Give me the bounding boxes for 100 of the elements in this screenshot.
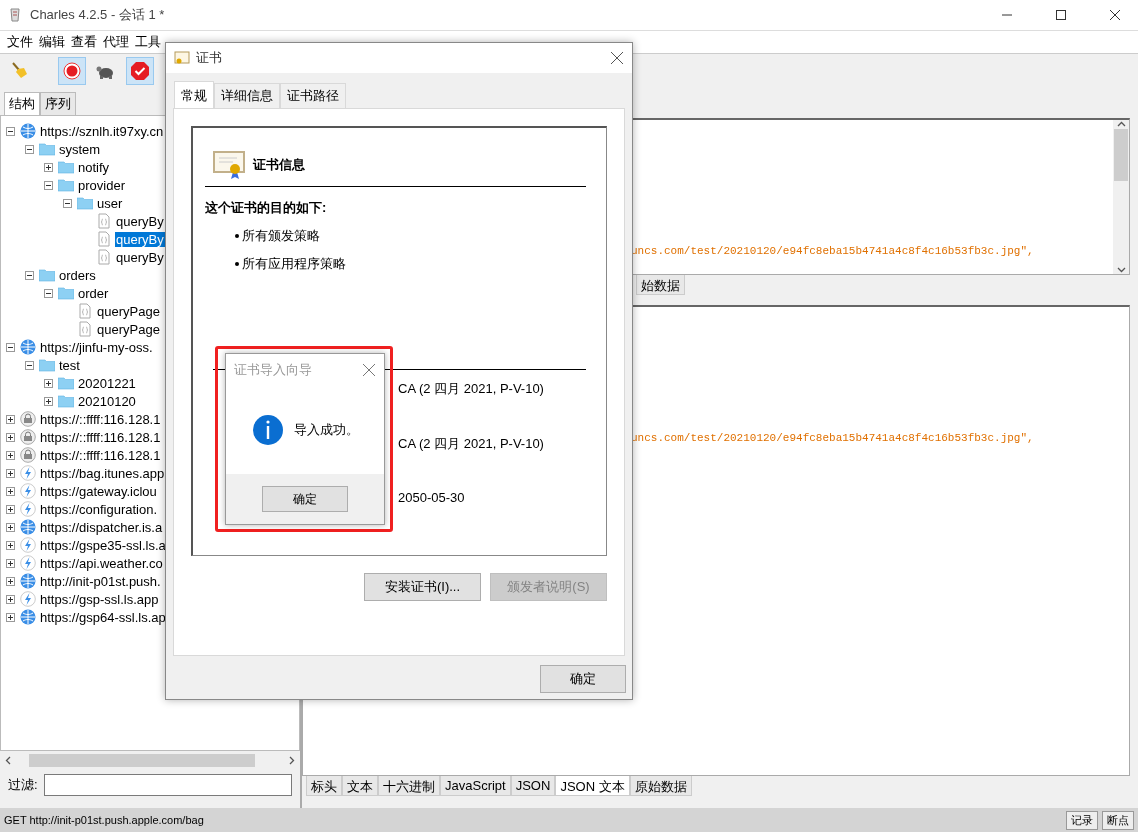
globe-icon bbox=[20, 573, 36, 589]
tree-item[interactable]: https://gspe35-ssl.ls.a bbox=[39, 537, 167, 553]
certificate-icon bbox=[174, 50, 190, 66]
collapse-toggle[interactable] bbox=[6, 126, 15, 136]
expand-toggle[interactable] bbox=[6, 486, 15, 496]
expand-toggle[interactable] bbox=[6, 450, 15, 460]
tab[interactable]: 十六进制 bbox=[378, 776, 440, 796]
maximize-icon bbox=[1056, 10, 1066, 20]
tree-item[interactable]: queryBy bbox=[115, 249, 165, 265]
tree-item[interactable]: https://api.weather.co bbox=[39, 555, 164, 571]
file-icon bbox=[96, 249, 112, 265]
collapse-toggle[interactable] bbox=[25, 360, 34, 370]
tree-item[interactable]: notify bbox=[77, 159, 111, 175]
tree-item[interactable]: queryPage bbox=[96, 303, 161, 319]
tree-item[interactable]: 20201221 bbox=[77, 375, 137, 391]
tab[interactable]: 标头 bbox=[306, 776, 342, 796]
ok-button[interactable]: 确定 bbox=[262, 486, 348, 512]
collapse-toggle[interactable] bbox=[63, 198, 72, 208]
tree-item[interactable]: http://init-p01st.push. bbox=[39, 573, 162, 589]
tree-item[interactable]: https://sznlh.it97xy.cn bbox=[39, 123, 165, 139]
collapse-toggle[interactable] bbox=[6, 342, 15, 352]
toolbar-button[interactable] bbox=[58, 57, 86, 85]
file-icon bbox=[96, 213, 112, 229]
tab[interactable]: JSON 文本 bbox=[555, 776, 630, 796]
tree-item[interactable]: queryBy bbox=[115, 213, 165, 229]
tree-item[interactable]: https://::ffff:116.128.1 bbox=[39, 429, 162, 445]
tree-item[interactable]: user bbox=[96, 195, 124, 211]
status-button[interactable]: 断点 bbox=[1102, 810, 1134, 830]
tree-item[interactable]: https://jinfu-my-oss. bbox=[39, 339, 154, 355]
lightning-icon bbox=[20, 537, 36, 553]
menu-item[interactable]: 查看 bbox=[68, 33, 100, 51]
lock-icon bbox=[20, 429, 36, 445]
tree-item[interactable]: https://gateway.iclou bbox=[39, 483, 158, 499]
tree-item[interactable]: https://::ffff:116.128.1 bbox=[39, 411, 162, 427]
file-icon bbox=[96, 231, 112, 247]
expand-toggle[interactable] bbox=[6, 468, 15, 478]
tree-item[interactable]: https://bag.itunes.app bbox=[39, 465, 166, 481]
scroll-thumb[interactable] bbox=[1114, 129, 1128, 181]
tab[interactable]: 证书路径 bbox=[280, 83, 346, 108]
tree-item[interactable]: https://dispatcher.is.a bbox=[39, 519, 164, 535]
expand-toggle[interactable] bbox=[6, 432, 15, 442]
tree-item[interactable]: system bbox=[58, 141, 102, 157]
expand-toggle[interactable] bbox=[6, 522, 15, 532]
tree-item[interactable]: https://::ffff:116.128.1 bbox=[39, 447, 162, 463]
menu-item[interactable]: 编辑 bbox=[36, 33, 68, 51]
dialog-title: 证书 bbox=[196, 49, 223, 67]
tree-item[interactable]: provider bbox=[77, 177, 126, 193]
expand-toggle[interactable] bbox=[6, 576, 15, 586]
expand-toggle[interactable] bbox=[44, 162, 53, 172]
tree-item[interactable]: https://gsp64-ssl.ls.ap bbox=[39, 609, 167, 625]
expand-toggle[interactable] bbox=[6, 414, 15, 424]
lock-icon bbox=[20, 411, 36, 427]
expand-toggle[interactable] bbox=[6, 612, 15, 622]
tree-item[interactable]: https://gsp-ssl.ls.app bbox=[39, 591, 160, 607]
tab[interactable]: 常规 bbox=[174, 81, 214, 108]
lightning-icon bbox=[20, 555, 36, 571]
purpose-item: 所有应用程序策略 bbox=[242, 255, 346, 273]
globe-icon bbox=[20, 123, 36, 139]
expand-toggle[interactable] bbox=[6, 504, 15, 514]
expand-toggle[interactable] bbox=[44, 396, 53, 406]
filter-field[interactable] bbox=[43, 774, 292, 796]
tree-item[interactable]: test bbox=[58, 357, 81, 373]
certificate-icon bbox=[213, 150, 247, 180]
ok-button[interactable]: 确定 bbox=[540, 665, 626, 693]
tab[interactable]: JSON bbox=[510, 776, 556, 796]
tree-item[interactable]: order bbox=[77, 285, 110, 301]
collapse-toggle[interactable] bbox=[44, 288, 53, 298]
dialog-title: 证书导入向导 bbox=[234, 361, 313, 379]
tree-item[interactable]: orders bbox=[58, 267, 97, 283]
expand-toggle[interactable] bbox=[6, 558, 15, 568]
scroll-thumb[interactable] bbox=[29, 754, 255, 767]
filter-label: 过滤: bbox=[8, 776, 38, 794]
tab[interactable]: 始数据 bbox=[636, 275, 685, 295]
expand-toggle[interactable] bbox=[6, 540, 15, 550]
tree-item[interactable]: https://configuration. bbox=[39, 501, 159, 517]
menu-item[interactable]: 代理 bbox=[100, 33, 132, 51]
menu-item[interactable]: 工具 bbox=[132, 33, 164, 51]
tree-item[interactable]: queryBy bbox=[115, 231, 165, 247]
status-button[interactable]: 记录 bbox=[1066, 810, 1098, 830]
expand-toggle[interactable] bbox=[44, 378, 53, 388]
tab[interactable]: 结构 bbox=[4, 92, 40, 115]
tree-item[interactable]: 20210120 bbox=[77, 393, 137, 409]
tab[interactable]: 原始数据 bbox=[629, 776, 692, 796]
tab[interactable]: 详细信息 bbox=[214, 83, 280, 108]
detail-text: CA (2 四月 2021, P-V-10) bbox=[398, 381, 544, 396]
collapse-toggle[interactable] bbox=[44, 180, 53, 190]
tab[interactable]: 文本 bbox=[342, 776, 378, 796]
vertical-scrollbar[interactable] bbox=[1113, 120, 1129, 274]
expand-toggle[interactable] bbox=[6, 594, 15, 604]
toolbar-button[interactable] bbox=[126, 57, 154, 85]
lightning-icon bbox=[20, 483, 36, 499]
collapse-toggle[interactable] bbox=[25, 270, 34, 280]
menu-item[interactable]: 文件 bbox=[4, 33, 36, 51]
tree-item[interactable]: queryPage bbox=[96, 321, 161, 337]
section-heading: 证书信息 bbox=[253, 156, 305, 174]
dialog-button[interactable]: 安装证书(I)... bbox=[364, 573, 481, 601]
tab[interactable]: 序列 bbox=[40, 92, 76, 115]
tab[interactable]: JavaScript bbox=[440, 776, 511, 796]
collapse-toggle[interactable] bbox=[25, 144, 34, 154]
breakpoint-icon bbox=[129, 60, 151, 82]
